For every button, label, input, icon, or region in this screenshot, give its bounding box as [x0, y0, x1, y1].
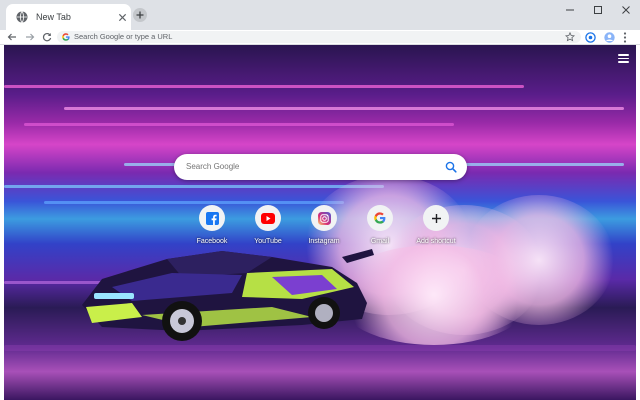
omnibox[interactable]: Search Google or type a URL [57, 31, 581, 43]
plus-icon [136, 11, 144, 19]
menu-icon [618, 54, 629, 56]
profile-button[interactable] [602, 30, 616, 44]
search-box[interactable]: Search Google [174, 154, 467, 180]
close-icon [622, 6, 630, 14]
back-button[interactable] [6, 30, 18, 44]
maximize-icon [594, 6, 602, 14]
globe-icon [16, 11, 28, 23]
shortcut-youtube[interactable]: YouTube [240, 205, 296, 255]
tab-title: New Tab [36, 12, 71, 22]
forward-arrow-icon [26, 33, 35, 41]
window-controls [556, 0, 640, 20]
avatar-icon [603, 31, 615, 43]
facebook-icon [205, 211, 219, 225]
shortcut-facebook[interactable]: Facebook [184, 205, 240, 255]
minimize-button[interactable] [556, 0, 584, 20]
search-icon[interactable] [445, 161, 457, 173]
omnibox-placeholder: Search Google or type a URL [74, 32, 173, 41]
shortcut-instagram[interactable]: Instagram [296, 205, 352, 255]
shortcut-gmail[interactable]: Gmail [352, 205, 408, 255]
toolbar: Search Google or type a URL [0, 30, 640, 44]
search-placeholder: Search Google [186, 162, 240, 171]
reload-button[interactable] [41, 30, 53, 44]
more-vert-icon [623, 31, 627, 43]
customize-menu-button[interactable] [618, 54, 629, 63]
add-shortcut-button[interactable]: Add shortcut [408, 205, 464, 255]
shortcut-label: Facebook [196, 238, 228, 245]
star-icon[interactable] [565, 32, 575, 42]
reload-icon [42, 33, 52, 42]
minimize-icon [566, 9, 574, 11]
youtube-icon [261, 212, 275, 224]
close-icon[interactable] [118, 13, 127, 22]
google-icon [374, 212, 386, 224]
shortcut-label: Gmail [370, 238, 390, 245]
maximize-button[interactable] [584, 0, 612, 20]
shortcut-label: Instagram [308, 238, 340, 245]
shortcut-label: Add shortcut [416, 238, 456, 245]
window-close-button[interactable] [612, 0, 640, 20]
shortcut-label: YouTube [254, 238, 282, 245]
plus-icon [431, 213, 441, 223]
new-tab-button[interactable] [133, 8, 147, 22]
forward-button[interactable] [24, 30, 36, 44]
extension-icon [584, 31, 596, 43]
shortcuts-row: Facebook YouTube Instagram Gmail Add sho… [184, 205, 464, 255]
new-tab-page: Search Google Facebook YouTube Instagram… [4, 45, 636, 400]
tab-new-tab[interactable]: New Tab [6, 4, 131, 30]
chrome-menu-button[interactable] [618, 30, 632, 44]
google-icon [62, 33, 70, 41]
extension-button[interactable] [583, 30, 597, 44]
tab-strip: New Tab [0, 0, 640, 30]
instagram-icon [317, 211, 331, 225]
back-arrow-icon [7, 33, 16, 41]
